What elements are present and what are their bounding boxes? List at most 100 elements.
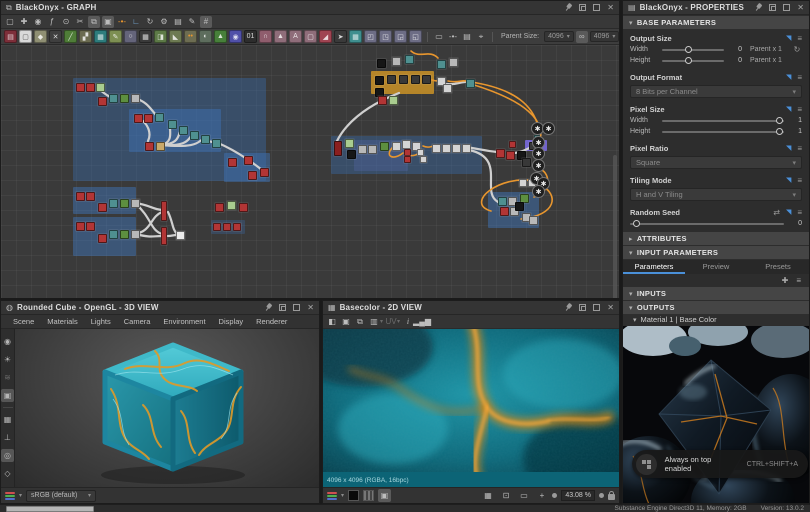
graph-node[interactable] xyxy=(213,223,221,231)
parameter-menu-icon[interactable]: ≡ xyxy=(797,208,802,217)
graph-node[interactable] xyxy=(442,144,451,153)
crop-node[interactable]: ▢ xyxy=(304,30,317,43)
maximize-icon[interactable] xyxy=(293,304,300,311)
pin-icon[interactable] xyxy=(262,301,274,313)
graph-node[interactable] xyxy=(98,234,107,243)
graph-node[interactable] xyxy=(190,131,199,140)
menu-renderer[interactable]: Renderer xyxy=(250,315,293,328)
expose-parameter-icon[interactable]: ◥ xyxy=(786,34,791,42)
parameter-menu-icon[interactable]: ≡ xyxy=(797,73,802,82)
background-swatch[interactable] xyxy=(348,490,359,501)
screenshot-icon[interactable]: ◉ xyxy=(32,16,44,28)
curve-node[interactable]: ╱ xyxy=(64,30,77,43)
expose-parameter-icon[interactable]: ◥ xyxy=(786,176,791,184)
graph-node[interactable] xyxy=(334,141,342,156)
graph-node[interactable] xyxy=(496,149,505,158)
graph-node[interactable] xyxy=(380,142,389,151)
preview-image-toggle[interactable]: ▣ xyxy=(378,489,391,502)
expose-parameter-icon[interactable]: ◥ xyxy=(786,208,791,216)
section-outputs[interactable]: ▾ OUTPUTS xyxy=(623,301,809,314)
link-wh-icon[interactable]: ↻ xyxy=(792,45,802,54)
graph-node[interactable] xyxy=(345,139,354,148)
shuffle-icon[interactable]: ⇄ xyxy=(773,208,780,217)
fit-view-icon[interactable]: ⊡ xyxy=(500,490,512,502)
pin-node-icon[interactable]: ⌖ xyxy=(475,31,487,43)
histogram-icon[interactable]: ▂▄▆ xyxy=(416,316,428,328)
menu-camera[interactable]: Camera xyxy=(118,315,157,328)
hsl-node[interactable]: ◉ xyxy=(229,30,242,43)
view2d-viewport[interactable]: 4096 x 4096 (RGBA, 16bpc) xyxy=(323,329,619,487)
graph-node[interactable] xyxy=(120,199,129,208)
graph-node[interactable] xyxy=(179,126,188,135)
graph-output-node[interactable]: ✱ xyxy=(542,122,555,135)
graph-node[interactable] xyxy=(168,120,177,129)
add-parameter-icon[interactable]: ✚ xyxy=(782,276,789,285)
pixel-width-slider[interactable] xyxy=(662,120,784,122)
graph-node[interactable] xyxy=(156,142,165,151)
graph-output-node[interactable]: ✱ xyxy=(532,159,545,172)
close-icon[interactable]: ✕ xyxy=(797,4,804,11)
float-icon[interactable] xyxy=(579,304,586,311)
material-ball-icon[interactable]: ▦ xyxy=(1,413,14,426)
graph-node[interactable] xyxy=(522,158,531,167)
graph-node[interactable] xyxy=(131,199,140,208)
section-base-parameters[interactable]: ▾ BASE PARAMETERS xyxy=(623,16,809,29)
graph-node[interactable] xyxy=(131,94,140,103)
graph-node[interactable] xyxy=(223,223,231,231)
parameter-menu-icon[interactable]: ≡ xyxy=(797,144,802,153)
graph-node[interactable] xyxy=(529,216,538,225)
graph-node[interactable] xyxy=(462,144,471,153)
fill-node[interactable]: ◣ xyxy=(169,30,182,43)
levels-node[interactable]: ▲ xyxy=(214,30,227,43)
graph-node[interactable] xyxy=(358,145,367,154)
channels-icon[interactable] xyxy=(327,492,337,500)
graph-node[interactable] xyxy=(109,199,118,208)
width-slider[interactable] xyxy=(662,49,724,51)
float-icon[interactable] xyxy=(279,304,286,311)
menu-lights[interactable]: Lights xyxy=(85,315,117,328)
shape-node[interactable]: ○ xyxy=(124,30,137,43)
graph-node[interactable] xyxy=(420,156,427,163)
status-left-select[interactable] xyxy=(6,506,94,512)
section-attributes[interactable]: ▸ ATTRIBUTES xyxy=(623,232,809,245)
export-icon[interactable]: ◧ xyxy=(326,316,338,328)
bitmap-node[interactable]: ▤ xyxy=(4,30,17,43)
transform-node[interactable]: ➤ xyxy=(334,30,347,43)
vertical-divider[interactable] xyxy=(620,0,622,504)
graph-node[interactable] xyxy=(378,96,387,105)
section-input-parameters[interactable]: ▾ INPUT PARAMETERS xyxy=(623,246,809,259)
cut-links-icon[interactable]: ✂ xyxy=(74,16,86,28)
columns-swatch[interactable] xyxy=(363,490,374,501)
dots-node[interactable]: •• xyxy=(184,30,197,43)
warp-node[interactable]: ▲ xyxy=(274,30,287,43)
graph-node[interactable] xyxy=(86,222,95,231)
menu-scene[interactable]: Scene xyxy=(7,315,40,328)
thumbnail-icon[interactable]: ▤ xyxy=(172,16,184,28)
graph-node[interactable] xyxy=(134,114,143,123)
graph-node[interactable] xyxy=(98,97,107,106)
link-size-icon[interactable]: ∞ xyxy=(576,31,588,43)
background-image-icon[interactable]: ▥ xyxy=(368,316,380,328)
pin-icon[interactable] xyxy=(752,1,764,13)
graph-node[interactable] xyxy=(466,79,475,88)
maximize-icon[interactable] xyxy=(593,4,600,11)
graph-node[interactable] xyxy=(368,145,377,154)
parameter-menu-icon[interactable]: ≡ xyxy=(797,105,802,114)
comment-icon[interactable]: ▭ xyxy=(433,31,445,43)
center-icon[interactable]: + xyxy=(536,490,548,502)
horizontal-divider[interactable] xyxy=(0,298,620,300)
zoom-in-button[interactable] xyxy=(599,493,604,498)
switch-node[interactable]: 01 xyxy=(244,30,257,43)
wireframe-cube-icon[interactable]: ◇ xyxy=(1,467,14,480)
graph-node[interactable] xyxy=(233,223,241,231)
tile-sampler-node[interactable]: ▦ xyxy=(349,30,362,43)
zoom-tool-icon[interactable]: ⊙ xyxy=(60,16,72,28)
graph-node[interactable] xyxy=(109,230,118,239)
graph-node[interactable] xyxy=(509,141,516,148)
sharpen-node[interactable]: ▞ xyxy=(79,30,92,43)
shuffle-node[interactable]: ✕ xyxy=(49,30,62,43)
graph-node[interactable] xyxy=(86,83,95,92)
graph-view-icon[interactable]: ⧉ xyxy=(88,16,100,28)
graph-node[interactable] xyxy=(402,140,411,149)
select-tool-icon[interactable]: ▢ xyxy=(4,16,16,28)
